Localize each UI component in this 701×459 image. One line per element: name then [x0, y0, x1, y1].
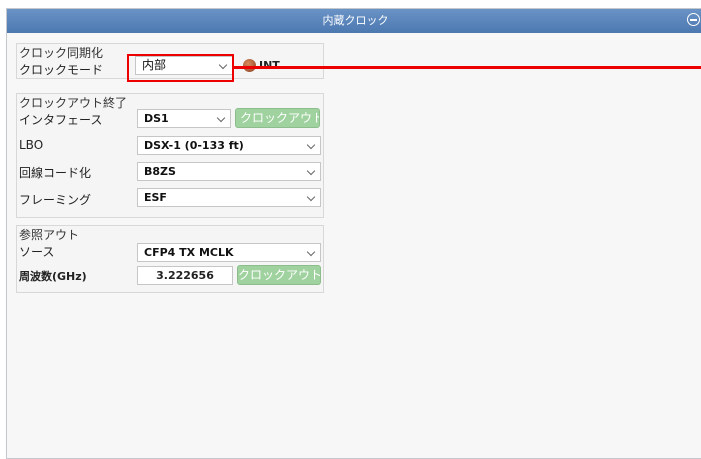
frequency-value: 3.222656 — [137, 266, 233, 285]
framing-label: フレーミング — [19, 193, 92, 207]
clock-out-group: クロックアウト終了 インタフェース DS1 クロックアウト 終 LBO DSX-… — [16, 93, 324, 218]
chevron-down-icon — [216, 113, 226, 123]
title-bar: 内蔵クロック — [7, 9, 701, 33]
clock-sync-group-title: クロック同期化 — [19, 46, 104, 60]
source-label: ソース — [19, 245, 55, 259]
line-coding-label: 回線コード化 — [19, 166, 92, 180]
ref-out-group: 参照アウト ソース CFP4 TX MCLK 周波数(GHz) 3.222656… — [16, 225, 324, 293]
window-title: 内蔵クロック — [322, 14, 389, 27]
line-coding-select[interactable]: B8ZS — [137, 162, 321, 181]
clock-out-group-title: クロックアウト終了 — [19, 96, 128, 110]
ref-out-group-title: 参照アウト — [19, 228, 80, 242]
chevron-down-icon — [306, 140, 316, 150]
source-value: CFP4 TX MCLK — [144, 246, 234, 259]
lbo-value: DSX-1 (0-133 ft) — [144, 139, 244, 152]
framing-select[interactable]: ESF — [137, 188, 321, 207]
source-select[interactable]: CFP4 TX MCLK — [137, 243, 321, 262]
clock-mode-label: クロックモード — [19, 63, 104, 77]
annotation-arrow — [232, 66, 701, 69]
chevron-down-icon — [306, 192, 316, 202]
line-coding-value: B8ZS — [144, 165, 176, 178]
framing-value: ESF — [144, 191, 167, 204]
lbo-select[interactable]: DSX-1 (0-133 ft) — [137, 136, 321, 155]
lbo-label: LBO — [19, 138, 44, 152]
internal-clock-window: 内蔵クロック クロック同期化 クロックモード 内部 INT クロックアウト終了 … — [6, 8, 701, 459]
collapse-icon[interactable] — [687, 13, 700, 26]
clockout-end-button[interactable]: クロックアウト 終 — [235, 108, 320, 128]
chevron-down-icon — [306, 166, 316, 176]
chevron-down-icon — [306, 247, 316, 257]
clockout-button[interactable]: クロックアウト — [237, 265, 321, 285]
interface-value: DS1 — [144, 112, 169, 125]
frequency-label: 周波数(GHz) — [19, 270, 87, 283]
highlight-box — [127, 54, 234, 82]
interface-select[interactable]: DS1 — [137, 109, 231, 128]
interface-label: インタフェース — [19, 113, 103, 127]
